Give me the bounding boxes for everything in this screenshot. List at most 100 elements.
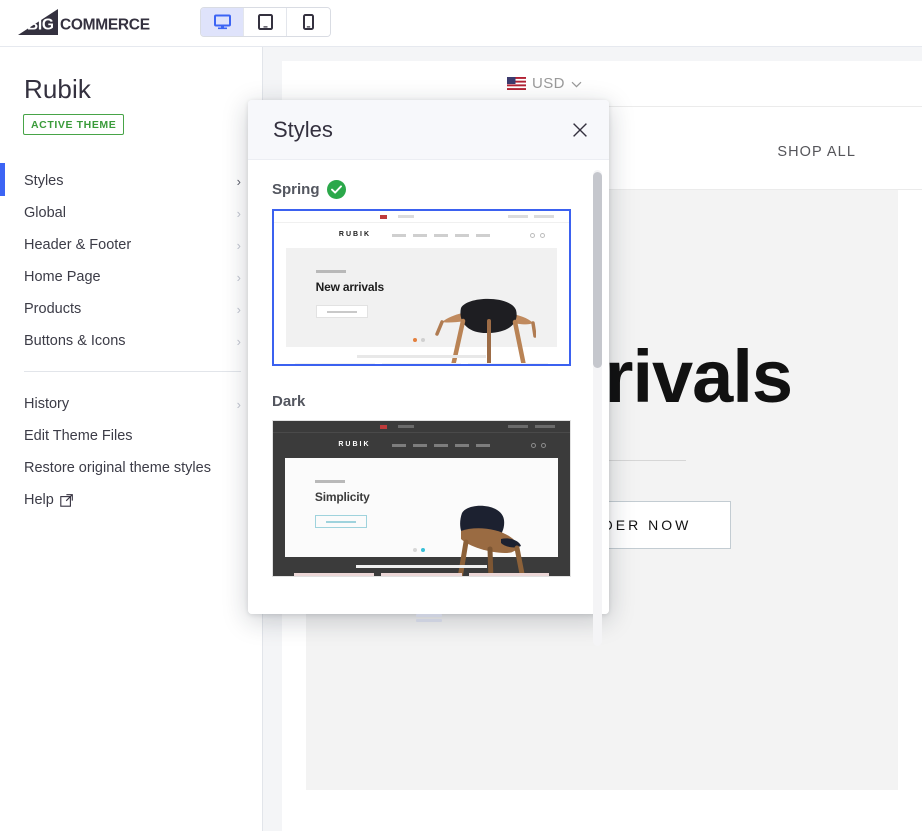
- mini-utility-bar: [274, 211, 569, 223]
- sidebar-item-label: Styles: [24, 173, 64, 189]
- us-flag-icon: [507, 77, 526, 90]
- sidebar-item-label: Home Page: [24, 269, 101, 285]
- sidebar-item-label: Header & Footer: [24, 237, 132, 253]
- chevron-down-icon: [571, 75, 582, 92]
- style-option-label-dark: Dark: [272, 393, 584, 410]
- tablet-icon: [257, 14, 273, 30]
- mini-strip: [356, 565, 487, 568]
- sidebar-item-label: Products: [24, 301, 82, 317]
- mini-logo: RUBIK: [338, 231, 372, 238]
- mini-card: [294, 363, 375, 364]
- mini-card: [381, 573, 462, 576]
- hero-divider: [606, 460, 686, 461]
- mini-eyebrow: [314, 479, 345, 483]
- sidebar-item-help[interactable]: Help: [0, 484, 263, 516]
- styles-modal: Styles Spring RUBIK New arrivals Dark RU…: [248, 100, 609, 646]
- mobile-view-button[interactable]: [287, 8, 330, 36]
- style-name: Dark: [272, 393, 306, 410]
- styles-modal-body: Spring RUBIK New arrivals Dark RUBIK Sim…: [248, 160, 609, 614]
- mini-header-icons: [530, 233, 546, 238]
- mini-card: [293, 573, 375, 576]
- sidebar-item-restore-original-theme-styles[interactable]: Restore original theme styles: [0, 452, 263, 484]
- sidebar-item-edit-theme-files[interactable]: Edit Theme Files: [0, 420, 263, 452]
- left-sidebar: Rubik ACTIVE THEME Styles › Global › Hea…: [0, 47, 263, 831]
- sidebar-item-label: Edit Theme Files: [24, 428, 133, 444]
- tablet-view-button[interactable]: [244, 8, 287, 36]
- sidebar-item-products[interactable]: Products ›: [0, 293, 263, 325]
- chevron-right-icon: ›: [236, 237, 241, 253]
- sidebar-item-label: Global: [24, 205, 66, 221]
- mini-hero: Simplicity: [284, 458, 559, 576]
- mini-header: RUBIK: [274, 223, 569, 248]
- device-view-toggle[interactable]: [200, 7, 331, 37]
- mini-utility-text: [535, 425, 556, 428]
- sidebar-item-styles[interactable]: Styles ›: [0, 163, 263, 197]
- style-preview-light: RUBIK New arrivals: [274, 211, 569, 364]
- mini-currency-text: [397, 215, 414, 218]
- desktop-view-button[interactable]: [201, 8, 244, 36]
- currency-label: USD: [532, 75, 565, 92]
- theme-editor-app: BIG COMMERCE Rubik ACTIVE THEME Styles ›…: [0, 0, 922, 831]
- mini-utility-bar: [273, 421, 570, 433]
- sidebar-item-label: Help: [24, 492, 54, 508]
- shop-all-link[interactable]: SHOP ALL: [777, 144, 856, 160]
- mini-strip: [356, 355, 487, 358]
- sidebar-item-global[interactable]: Global ›: [0, 197, 263, 229]
- mini-carousel-dots: [413, 548, 426, 552]
- mini-card: [468, 573, 550, 576]
- currency-selector[interactable]: USD: [507, 75, 582, 92]
- modal-resize-handle[interactable]: [415, 613, 442, 623]
- styles-modal-title: Styles: [273, 117, 333, 142]
- mini-category-cards: [293, 573, 550, 576]
- active-theme-badge: ACTIVE THEME: [23, 114, 125, 135]
- style-thumbnail-dark[interactable]: RUBIK Simplicity: [272, 420, 571, 577]
- mini-carousel-dots: [413, 338, 426, 342]
- style-name: Spring: [272, 181, 320, 198]
- mini-cta-button: [314, 515, 367, 529]
- close-icon[interactable]: [569, 119, 591, 141]
- mini-flag-icon: [380, 215, 388, 219]
- mini-flag-icon: [379, 425, 387, 429]
- mini-utility-text: [508, 425, 529, 428]
- style-thumbnail-spring[interactable]: RUBIK New arrivals: [272, 209, 571, 366]
- modal-scrollbar-thumb[interactable]: [593, 172, 602, 368]
- desktop-icon: [213, 14, 231, 30]
- mini-card: [468, 363, 549, 364]
- bigcommerce-logo[interactable]: BIG COMMERCE: [18, 9, 163, 37]
- svg-text:COMMERCE: COMMERCE: [60, 17, 150, 34]
- mini-headline: Simplicity: [314, 489, 370, 504]
- style-preview-dark: RUBIK Simplicity: [273, 421, 570, 576]
- active-style-check-icon: [326, 180, 346, 199]
- sidebar-divider: [24, 371, 241, 372]
- top-bar: BIG COMMERCE: [0, 0, 922, 47]
- sidebar-item-label: Buttons & Icons: [24, 333, 126, 349]
- theme-name: Rubik: [24, 74, 91, 104]
- mini-nav: [392, 234, 490, 237]
- mini-cta-button: [315, 305, 368, 319]
- mini-hero: New arrivals: [285, 248, 558, 364]
- sidebar-item-label: Restore original theme styles: [24, 460, 211, 476]
- sidebar-nav: Styles › Global › Header & Footer › Home…: [0, 163, 263, 516]
- mini-utility-text: [534, 215, 555, 218]
- mini-eyebrow: [315, 269, 346, 273]
- sidebar-item-label: History: [24, 396, 70, 412]
- mini-currency-text: [397, 425, 414, 428]
- mini-header-icons: [531, 443, 547, 448]
- mini-logo: RUBIK: [338, 441, 371, 448]
- styles-modal-header: Styles: [248, 100, 609, 160]
- svg-text:BIG: BIG: [27, 17, 54, 34]
- sidebar-item-history[interactable]: History ›: [0, 388, 263, 420]
- sidebar-item-home-page[interactable]: Home Page ›: [0, 261, 263, 293]
- mini-nav: [391, 444, 490, 447]
- mini-card: [381, 363, 462, 364]
- sidebar-item-header-footer[interactable]: Header & Footer ›: [0, 229, 263, 261]
- mini-headline: New arrivals: [315, 279, 385, 294]
- chevron-right-icon: ›: [236, 205, 241, 221]
- chevron-right-icon: ›: [236, 396, 241, 412]
- mini-utility-text: [507, 215, 528, 218]
- chevron-right-icon: ›: [236, 269, 241, 285]
- mini-category-cards: [294, 363, 549, 364]
- sidebar-item-buttons-icons[interactable]: Buttons & Icons ›: [0, 325, 263, 357]
- mobile-icon: [303, 14, 314, 30]
